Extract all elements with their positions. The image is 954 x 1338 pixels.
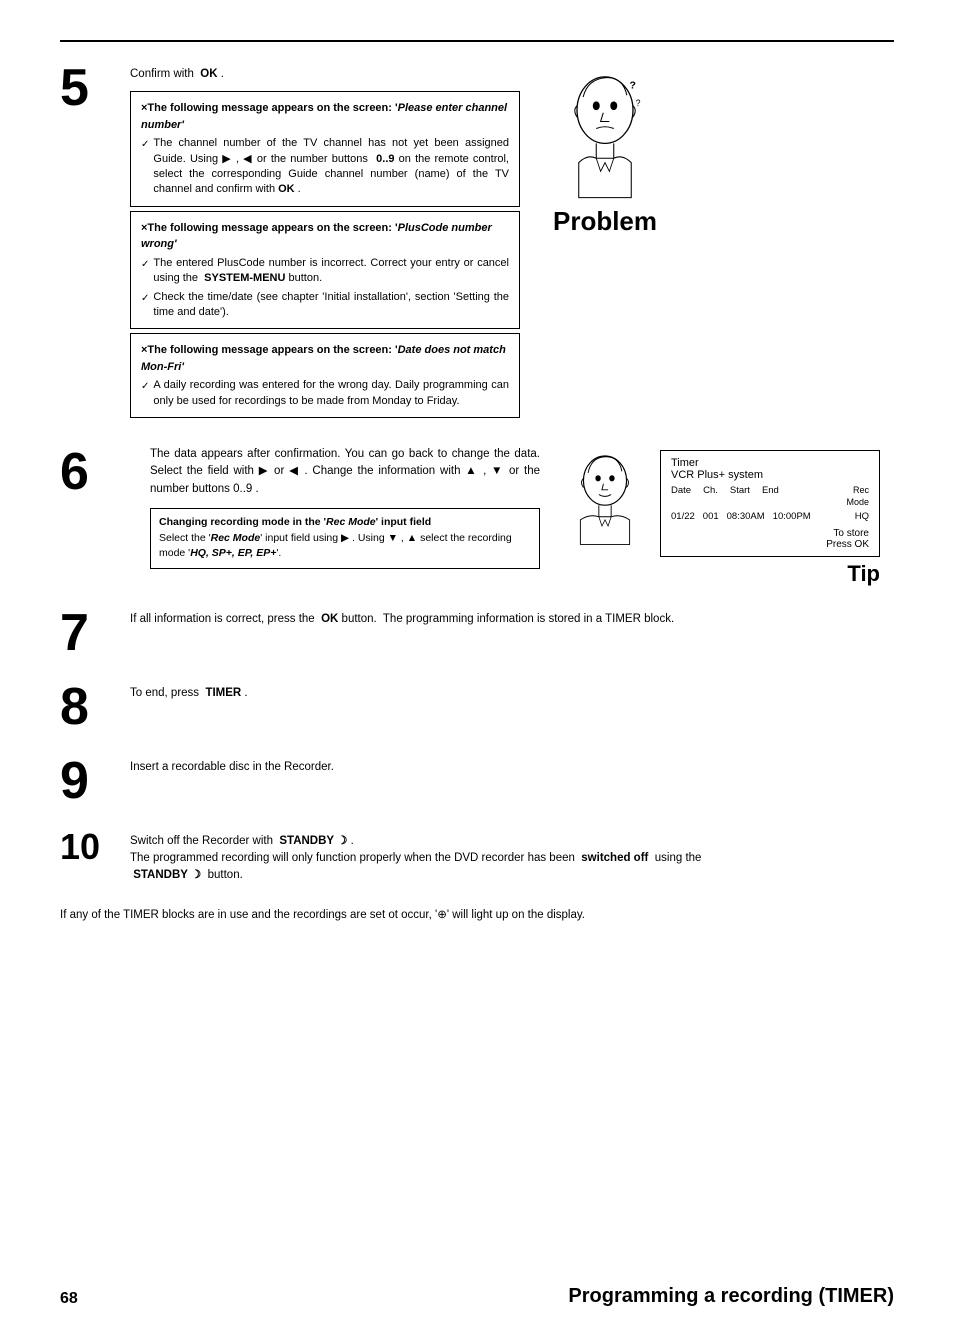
timer-end: 10:00PM — [773, 511, 811, 522]
step5-ok-button: OK — [200, 68, 217, 80]
timer-ch: 001 — [703, 511, 719, 522]
box3-header: ×The following message appears on the sc… — [141, 342, 509, 375]
col-end: End — [762, 485, 779, 496]
timer-subtitle: VCR Plus+ system — [671, 469, 869, 481]
box3-check1: ✓ A daily recording was entered for the … — [141, 378, 509, 409]
tip-box-text: Select the 'Rec Mode' input field using … — [159, 531, 531, 563]
timer-rec-mode-val: HQ — [855, 511, 869, 522]
step7-number: 7 — [60, 607, 130, 659]
step6-number: 6 — [60, 446, 130, 498]
step6-right-panel: Timer VCR Plus+ system Date Ch. Start En… — [560, 446, 880, 586]
svg-text:?: ? — [630, 79, 636, 91]
step10-block: 10 Switch off the Recorder with STANDBY … — [60, 829, 894, 885]
to-store-label: To storePress OK — [671, 528, 869, 550]
step7-block: 7 If all information is correct, press t… — [60, 607, 894, 659]
step8-content: To end, press TIMER . — [130, 681, 894, 733]
step10-number: 10 — [60, 829, 130, 885]
box1-check1: ✓ The channel number of the TV channel h… — [141, 136, 509, 198]
step5-row: 5 Confirm with OK . ×The following messa… — [60, 62, 894, 422]
col-ch: Ch. — [703, 485, 718, 496]
top-rule — [60, 40, 894, 42]
tip-face-illustration — [560, 446, 650, 546]
step9-number: 9 — [60, 755, 130, 807]
svg-text:?: ? — [636, 98, 641, 108]
col-start: Start — [730, 485, 750, 496]
step6-tip-box: Changing recording mode in the 'Rec Mode… — [150, 508, 540, 569]
step10-line1: Switch off the Recorder with STANDBY ☽ . — [130, 833, 894, 850]
step6-row: 6 The data appears after confirmation. Y… — [60, 446, 894, 586]
step6-left: The data appears after confirmation. You… — [150, 446, 540, 586]
step8-block: 8 To end, press TIMER . — [60, 681, 894, 733]
step7-content: If all information is correct, press the… — [130, 607, 894, 659]
box1-header: ×The following message appears on the sc… — [141, 100, 509, 133]
tip-label: Tip — [847, 561, 880, 587]
step5-right-panel: ? ? Problem — [540, 62, 670, 422]
tip-box-header: Changing recording mode in the 'Rec Mode… — [159, 515, 531, 531]
step5-info-box-1: ×The following message appears on the sc… — [130, 91, 520, 207]
step9-content: Insert a recordable disc in the Recorder… — [130, 755, 894, 807]
col-rec-mode: RecMode — [846, 485, 869, 508]
timer-box: Timer VCR Plus+ system Date Ch. Start En… — [660, 450, 880, 556]
page-title: Programming a recording (TIMER) — [568, 1285, 894, 1308]
step5-left: 5 Confirm with OK . ×The following messa… — [60, 62, 520, 422]
step5-number: 5 — [60, 62, 130, 422]
page-container: 5 Confirm with OK . ×The following messa… — [0, 0, 954, 1338]
step5-info-box-3: ×The following message appears on the sc… — [130, 333, 520, 418]
box2-check2: ✓ Check the time/date (see chapter 'Init… — [141, 290, 509, 321]
step9-text: Insert a recordable disc in the Recorder… — [130, 759, 894, 776]
step5-content: Confirm with OK . ×The following message… — [130, 62, 520, 422]
page-number: 68 — [60, 1290, 78, 1308]
step7-text: If all information is correct, press the… — [130, 611, 894, 628]
problem-face-illustration: ? ? — [545, 62, 665, 202]
box2-header: ×The following message appears on the sc… — [141, 220, 509, 253]
step6-number-wrapper: 6 — [60, 446, 130, 586]
timer-note: If any of the TIMER blocks are in use an… — [60, 906, 894, 924]
step10-content: Switch off the Recorder with STANDBY ☽ .… — [130, 829, 894, 885]
step9-block: 9 Insert a recordable disc in the Record… — [60, 755, 894, 807]
timer-note-text: If any of the TIMER blocks are in use an… — [60, 906, 894, 924]
problem-label: Problem — [553, 206, 657, 237]
timer-date: 01/22 — [671, 511, 695, 522]
step8-number: 8 — [60, 681, 130, 733]
step8-text: To end, press TIMER . — [130, 685, 894, 702]
step5-info-box-2: ×The following message appears on the sc… — [130, 211, 520, 330]
col-date: Date — [671, 485, 691, 496]
step10-line2: The programmed recording will only funct… — [130, 850, 894, 885]
footer: 68 Programming a recording (TIMER) — [60, 1285, 894, 1308]
step5-confirm-text: Confirm with — [130, 68, 194, 80]
box2-check1: ✓ The entered PlusCode number is incorre… — [141, 256, 509, 287]
timer-title: Timer — [671, 457, 869, 469]
timer-start: 08:30AM — [727, 511, 765, 522]
step6-text: The data appears after confirmation. You… — [150, 446, 540, 498]
